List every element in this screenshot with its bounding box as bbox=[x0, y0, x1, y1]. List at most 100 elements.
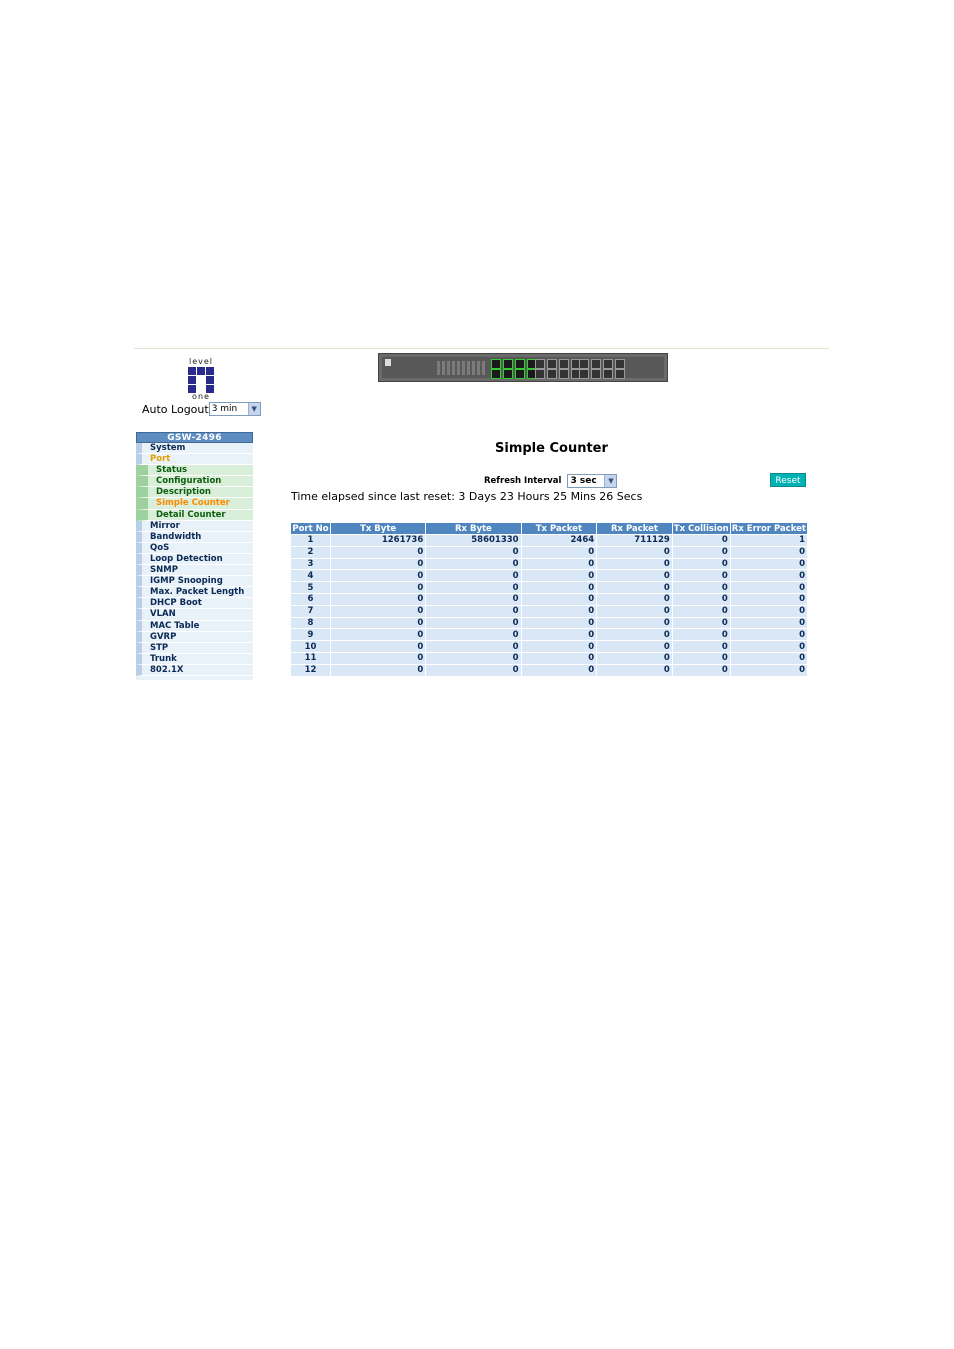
sidebar-item-snmp[interactable]: SNMP bbox=[136, 565, 253, 577]
sidebar-item-detail-counter[interactable]: Detail Counter bbox=[136, 509, 253, 521]
sidebar-item-vlan[interactable]: VLAN bbox=[136, 609, 253, 621]
table-row: 12 0 0 0 0 0 0 bbox=[291, 664, 807, 676]
auto-logout-select[interactable]: 3 min ▼ bbox=[208, 402, 261, 416]
table-cell: 0 bbox=[521, 617, 597, 629]
table-cell: 0 bbox=[672, 605, 730, 617]
table-cell: 0 bbox=[426, 664, 521, 676]
sidebar-item-configuration[interactable]: Configuration bbox=[136, 476, 253, 488]
table-cell: 0 bbox=[672, 641, 730, 652]
column-header-tx-byte: Tx Byte bbox=[330, 523, 426, 534]
table-cell: 0 bbox=[597, 605, 672, 617]
sidebar-item-gvrp[interactable]: GVRP bbox=[136, 631, 253, 643]
table-cell: 0 bbox=[597, 593, 672, 605]
table-cell: 0 bbox=[426, 570, 521, 582]
table-cell: 0 bbox=[330, 664, 426, 676]
table-cell: 0 bbox=[330, 558, 426, 570]
table-cell: 0 bbox=[330, 582, 426, 593]
table-row: 5000000 bbox=[291, 582, 807, 593]
sidebar-item-qos[interactable]: QoS bbox=[136, 542, 253, 554]
table-cell: 0 bbox=[730, 629, 807, 641]
sidebar-item-description[interactable]: Description bbox=[136, 487, 253, 499]
table-cell: 0 bbox=[330, 570, 426, 582]
auto-logout: Auto Logout 3 min ▼ bbox=[142, 402, 261, 416]
table-cell: 0 bbox=[426, 641, 521, 652]
table-cell: 6 bbox=[291, 593, 330, 605]
table-cell: 12 bbox=[291, 664, 330, 676]
sidebar-item-mac-table[interactable]: MAC Table bbox=[136, 620, 253, 632]
levelone-logo: level one bbox=[184, 357, 218, 401]
auto-logout-label: Auto Logout bbox=[142, 402, 209, 416]
table-cell: 1 bbox=[730, 535, 807, 546]
table-cell: 0 bbox=[597, 652, 672, 664]
table-row: 1 1261736 58601330 2464 711129 0 1 bbox=[291, 535, 807, 546]
reset-button[interactable]: Reset bbox=[770, 473, 806, 487]
port-group-3 bbox=[579, 359, 625, 369]
table-cell: 58601330 bbox=[426, 535, 521, 546]
sidebar-item-igmp-snooping[interactable]: IGMP Snooping bbox=[136, 576, 253, 588]
table-row: 6000000 bbox=[291, 593, 807, 605]
table-cell: 0 bbox=[330, 593, 426, 605]
sidebar-item-port[interactable]: Port bbox=[136, 454, 253, 466]
refresh-interval-value: 3 sec bbox=[570, 476, 597, 486]
table-row: 7000000 bbox=[291, 605, 807, 617]
table-cell: 0 bbox=[521, 641, 597, 652]
table-cell: 0 bbox=[521, 664, 597, 676]
column-header-rx-packet: Rx Packet bbox=[597, 523, 672, 534]
sidebar-item-802-1x[interactable]: 802.1X bbox=[136, 664, 253, 676]
auto-logout-value: 3 min bbox=[211, 404, 238, 414]
sidebar-item-system[interactable]: System bbox=[136, 443, 253, 455]
table-cell: 0 bbox=[330, 641, 426, 652]
sidebar-menu: GSW-2496 System Port Status Configuration De… bbox=[136, 432, 253, 680]
table-cell: 0 bbox=[730, 664, 807, 676]
table-cell: 0 bbox=[672, 652, 730, 664]
table-row: 3000000 bbox=[291, 558, 807, 570]
table-cell: 0 bbox=[521, 605, 597, 617]
port-group-1 bbox=[491, 359, 537, 369]
chevron-down-icon[interactable]: ▼ bbox=[247, 403, 260, 415]
table-cell: 0 bbox=[521, 593, 597, 605]
page-title: Simple Counter bbox=[495, 441, 608, 456]
table-cell: 0 bbox=[672, 582, 730, 593]
table-cell: 0 bbox=[597, 546, 672, 558]
table-cell: 0 bbox=[730, 617, 807, 629]
sidebar-item-loop-detection[interactable]: Loop Detection bbox=[136, 553, 253, 566]
column-header-port-no: Port No bbox=[291, 523, 330, 534]
sidebar-item-bandwidth[interactable]: Bandwidth bbox=[136, 531, 253, 543]
table-cell: 0 bbox=[330, 652, 426, 664]
port-group-3b bbox=[579, 369, 625, 379]
sidebar-item-mirror[interactable]: Mirror bbox=[136, 520, 253, 532]
table-cell: 5 bbox=[291, 582, 330, 593]
switch-front-panel-image bbox=[378, 353, 668, 382]
table-cell: 0 bbox=[521, 582, 597, 593]
table-row: 2000000 bbox=[291, 546, 807, 558]
top-divider bbox=[134, 348, 829, 349]
table-cell: 0 bbox=[672, 558, 730, 570]
table-cell: 0 bbox=[730, 546, 807, 558]
sidebar-item-max-packet-length[interactable]: Max. Packet Length bbox=[136, 587, 253, 599]
table-cell: 0 bbox=[426, 652, 521, 664]
table-cell: 0 bbox=[672, 617, 730, 629]
sidebar-item-stp[interactable]: STP bbox=[136, 642, 253, 654]
logo-top-text: level bbox=[188, 357, 214, 366]
table-cell: 0 bbox=[672, 593, 730, 605]
table-cell: 0 bbox=[597, 641, 672, 652]
table-cell: 0 bbox=[597, 570, 672, 582]
table-cell: 0 bbox=[521, 629, 597, 641]
table-cell: 0 bbox=[730, 652, 807, 664]
sidebar-item-trunk[interactable]: Trunk bbox=[136, 653, 253, 665]
chevron-down-icon[interactable]: ▼ bbox=[604, 475, 617, 487]
sidebar-item-status[interactable]: Status bbox=[136, 465, 253, 477]
sidebar-item-simple-counter[interactable]: Simple Counter bbox=[136, 498, 253, 510]
table-cell: 0 bbox=[330, 546, 426, 558]
sidebar-item-dhcp-boot[interactable]: DHCP Boot bbox=[136, 598, 253, 610]
table-cell: 1261736 bbox=[330, 535, 426, 546]
logo-grid-icon bbox=[188, 367, 214, 393]
table-body: 1 1261736 58601330 2464 711129 0 1 2 0 0 0 0 0 0 3 0 0 0 0… bbox=[291, 535, 807, 676]
column-header-tx-collision: Tx Collision bbox=[672, 523, 730, 534]
refresh-interval-select[interactable]: 3 sec ▼ bbox=[567, 474, 618, 488]
table-row: 11 0 0 0 0 0 0 bbox=[291, 652, 807, 664]
table-cell: 0 bbox=[672, 629, 730, 641]
table-cell: 0 bbox=[672, 535, 730, 546]
table-cell: 0 bbox=[521, 652, 597, 664]
table-cell: 0 bbox=[426, 558, 521, 570]
